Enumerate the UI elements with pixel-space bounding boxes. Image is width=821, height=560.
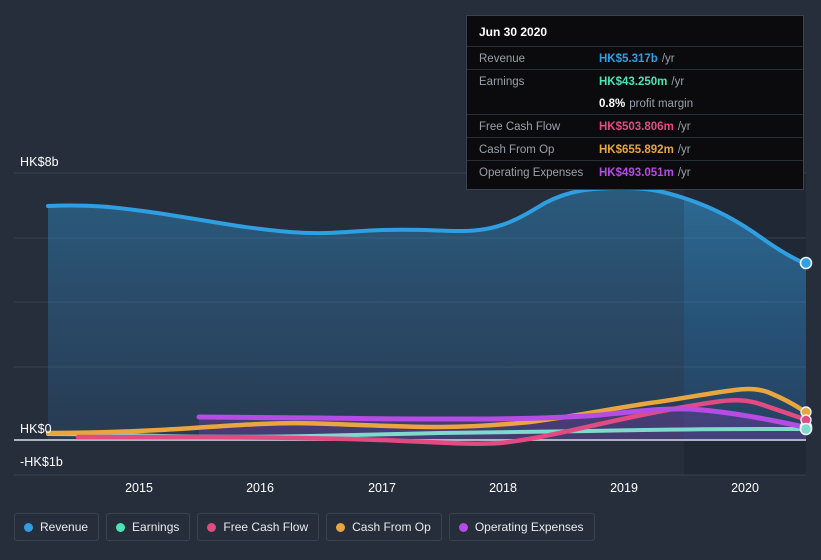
tooltip-row: Cash From Op HK$655.892m/yr	[467, 137, 803, 160]
tooltip-row-suffix: /yr	[677, 167, 691, 179]
legend-swatch-icon	[336, 522, 346, 532]
y-axis-label-zero: HK$0	[20, 422, 52, 436]
revenue-endpoint-marker	[799, 256, 813, 270]
tooltip-row-value-wrap: HK$503.806m/yr	[599, 117, 691, 135]
x-axis-tick-2015: 2015	[125, 481, 153, 495]
earnings-endpoint-marker	[799, 422, 813, 436]
legend-swatch-icon	[458, 522, 468, 532]
tooltip-row-label: Revenue	[479, 53, 526, 65]
tooltip-row-suffix: /yr	[677, 121, 691, 133]
tooltip-row: Revenue HK$5.317b/yr	[467, 46, 803, 69]
tooltip-row-label: Free Cash Flow	[479, 121, 561, 133]
tooltip-row-value-wrap: HK$5.317b/yr	[599, 49, 675, 67]
legend-item-operating-expenses[interactable]: Operating Expenses	[448, 513, 595, 541]
tooltip-row: 0.8% profit margin	[467, 92, 803, 114]
tooltip-row-value-wrap: HK$43.250m/yr	[599, 72, 684, 90]
legend-item-earnings[interactable]: Earnings	[106, 513, 191, 541]
data-tooltip: Jun 30 2020 Revenue HK$5.317b/yr Earnings H…	[466, 15, 804, 190]
legend-item-label: Operating Expenses	[474, 520, 584, 534]
tooltip-row-value: HK$43.250m	[599, 76, 668, 88]
tooltip-row-suffix: /yr	[671, 76, 685, 88]
tooltip-row-value: HK$5.317b	[599, 53, 658, 65]
y-axis-label-bottom: -HK$1b	[20, 455, 63, 469]
tooltip-row-value-wrap: 0.8% profit margin	[599, 94, 693, 112]
legend-item-label: Revenue	[40, 520, 89, 534]
tooltip-row-value: 0.8%	[599, 98, 626, 110]
tooltip-row-suffix: profit margin	[629, 98, 694, 110]
tooltip-row-value-wrap: HK$655.892m/yr	[599, 140, 691, 158]
tooltip-row-label: Operating Expenses	[479, 167, 584, 179]
financial-chart: HK$8b HK$0 -HK$1b 2015 2016 2017 2018 2019 20…	[0, 0, 821, 560]
tooltip-row-label: Earnings	[479, 76, 525, 88]
tooltip-row-value: HK$503.806m	[599, 121, 674, 133]
tooltip-row-value-wrap: HK$493.051m/yr	[599, 163, 691, 181]
tooltip-row-suffix: /yr	[661, 53, 675, 65]
tooltip-rows: Revenue HK$5.317b/yr Earnings HK$43.250m/yr…	[467, 46, 803, 183]
legend-item-label: Cash From Op	[352, 520, 431, 534]
legend-item-revenue[interactable]: Revenue	[14, 513, 100, 541]
tooltip-row: Operating Expenses HK$493.051m/yr	[467, 160, 803, 183]
x-axis-tick-2020: 2020	[731, 481, 759, 495]
x-axis-tick-2018: 2018	[489, 481, 517, 495]
tooltip-row-value: HK$655.892m	[599, 144, 674, 156]
x-axis-tick-2019: 2019	[610, 481, 638, 495]
legend-swatch-icon	[24, 522, 33, 532]
x-axis-tick-2017: 2017	[368, 481, 396, 495]
tooltip-row-label: Cash From Op	[479, 144, 555, 156]
legend-item-cash-from-op[interactable]: Cash From Op	[326, 513, 442, 541]
legend-swatch-icon	[116, 522, 126, 532]
chart-legend[interactable]: Revenue Earnings Free Cash Flow Cash From O…	[14, 513, 595, 541]
tooltip-row: Free Cash Flow HK$503.806m/yr	[467, 114, 803, 137]
legend-item-free-cash-flow[interactable]: Free Cash Flow	[197, 513, 320, 541]
tooltip-row-suffix: /yr	[677, 144, 691, 156]
tooltip-row-value: HK$493.051m	[599, 167, 674, 179]
legend-item-label: Earnings	[132, 520, 180, 534]
x-axis-tick-2016: 2016	[246, 481, 274, 495]
y-axis-label-top: HK$8b	[20, 155, 59, 169]
tooltip-date: Jun 30 2020	[479, 25, 548, 39]
legend-swatch-icon	[207, 522, 217, 532]
tooltip-row: Earnings HK$43.250m/yr	[467, 69, 803, 92]
legend-item-label: Free Cash Flow	[223, 520, 309, 534]
